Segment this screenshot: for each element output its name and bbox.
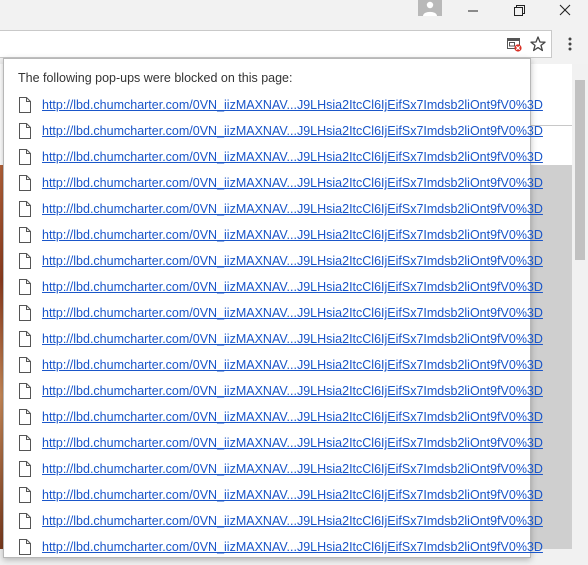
blocked-popup-link[interactable]: http://lbd.chumcharter.com/0VN_iizMAXNAV… — [42, 488, 543, 502]
page-icon — [18, 383, 32, 399]
page-icon — [18, 149, 32, 165]
blocked-popup-link[interactable]: http://lbd.chumcharter.com/0VN_iizMAXNAV… — [42, 98, 543, 112]
blocked-popup-link[interactable]: http://lbd.chumcharter.com/0VN_iizMAXNAV… — [42, 384, 543, 398]
list-item: http://lbd.chumcharter.com/0VN_iizMAXNAV… — [4, 331, 543, 357]
minimize-button[interactable] — [450, 0, 496, 24]
blocked-popup-link[interactable]: http://lbd.chumcharter.com/0VN_iizMAXNAV… — [42, 176, 543, 190]
list-item: http://lbd.chumcharter.com/0VN_iizMAXNAV… — [4, 253, 543, 279]
blocked-popup-link[interactable]: http://lbd.chumcharter.com/0VN_iizMAXNAV… — [42, 228, 543, 242]
page-icon — [18, 123, 32, 139]
list-item: http://lbd.chumcharter.com/0VN_iizMAXNAV… — [4, 123, 543, 149]
page-icon — [18, 331, 32, 347]
list-item: http://lbd.chumcharter.com/0VN_iizMAXNAV… — [4, 461, 543, 487]
restore-button[interactable] — [496, 0, 542, 24]
blocked-popup-link[interactable]: http://lbd.chumcharter.com/0VN_iizMAXNAV… — [42, 280, 543, 294]
list-item: http://lbd.chumcharter.com/0VN_iizMAXNAV… — [4, 305, 543, 331]
list-item: http://lbd.chumcharter.com/0VN_iizMAXNAV… — [4, 97, 543, 123]
page-icon — [18, 513, 32, 529]
page-icon — [18, 97, 32, 113]
scrollbar-thumb[interactable] — [575, 80, 585, 260]
list-item: http://lbd.chumcharter.com/0VN_iizMAXNAV… — [4, 175, 543, 201]
list-item: http://lbd.chumcharter.com/0VN_iizMAXNAV… — [4, 201, 543, 227]
page-icon — [18, 227, 32, 243]
popup-blocked-icon[interactable] — [506, 36, 522, 52]
list-item: http://lbd.chumcharter.com/0VN_iizMAXNAV… — [4, 435, 543, 461]
page-icon — [18, 357, 32, 373]
minimize-icon — [468, 10, 478, 12]
popup-blocker-bubble: The following pop-ups were blocked on th… — [3, 58, 543, 558]
list-item: http://lbd.chumcharter.com/0VN_iizMAXNAV… — [4, 513, 543, 539]
blocked-popup-link[interactable]: http://lbd.chumcharter.com/0VN_iizMAXNAV… — [42, 514, 543, 528]
list-item: http://lbd.chumcharter.com/0VN_iizMAXNAV… — [4, 357, 543, 383]
list-item: http://lbd.chumcharter.com/0VN_iizMAXNAV… — [4, 227, 543, 253]
blocked-popup-link[interactable]: http://lbd.chumcharter.com/0VN_iizMAXNAV… — [42, 124, 543, 138]
page-icon — [18, 487, 32, 503]
page-icon — [18, 201, 32, 217]
person-icon[interactable] — [418, 0, 442, 16]
close-button[interactable] — [542, 0, 588, 24]
list-item: http://lbd.chumcharter.com/0VN_iizMAXNAV… — [4, 279, 543, 305]
blocked-popup-link[interactable]: http://lbd.chumcharter.com/0VN_iizMAXNAV… — [42, 410, 543, 424]
list-item: http://lbd.chumcharter.com/0VN_iizMAXNAV… — [4, 383, 543, 409]
more-vert-icon[interactable] — [561, 35, 579, 53]
page-icon — [18, 175, 32, 191]
blocked-popup-link[interactable]: http://lbd.chumcharter.com/0VN_iizMAXNAV… — [42, 254, 543, 268]
page-icon — [18, 409, 32, 425]
page-icon — [18, 461, 32, 477]
blocked-popup-link[interactable]: http://lbd.chumcharter.com/0VN_iizMAXNAV… — [42, 540, 543, 554]
blocked-popup-link[interactable]: http://lbd.chumcharter.com/0VN_iizMAXNAV… — [42, 332, 543, 346]
list-item: http://lbd.chumcharter.com/0VN_iizMAXNAV… — [4, 409, 543, 435]
address-bar[interactable] — [0, 30, 552, 58]
blocked-popup-link[interactable]: http://lbd.chumcharter.com/0VN_iizMAXNAV… — [42, 306, 543, 320]
blocked-popup-link[interactable]: http://lbd.chumcharter.com/0VN_iizMAXNAV… — [42, 202, 543, 216]
blocked-popup-link[interactable]: http://lbd.chumcharter.com/0VN_iizMAXNAV… — [42, 358, 543, 372]
list-item: http://lbd.chumcharter.com/0VN_iizMAXNAV… — [4, 487, 543, 513]
page-icon — [18, 305, 32, 321]
blocked-popup-list: http://lbd.chumcharter.com/0VN_iizMAXNAV… — [4, 97, 543, 565]
page-icon — [18, 279, 32, 295]
page-icon — [18, 435, 32, 451]
blocked-popup-link[interactable]: http://lbd.chumcharter.com/0VN_iizMAXNAV… — [42, 150, 543, 164]
page-icon — [18, 253, 32, 269]
close-icon — [559, 4, 571, 16]
blocked-popup-link[interactable]: http://lbd.chumcharter.com/0VN_iizMAXNAV… — [42, 462, 543, 476]
list-item: http://lbd.chumcharter.com/0VN_iizMAXNAV… — [4, 149, 543, 175]
page-icon — [18, 539, 32, 555]
blocked-popup-link[interactable]: http://lbd.chumcharter.com/0VN_iizMAXNAV… — [42, 436, 543, 450]
list-item: http://lbd.chumcharter.com/0VN_iizMAXNAV… — [4, 539, 543, 565]
star-icon[interactable] — [529, 35, 547, 53]
restore-icon — [514, 5, 525, 16]
popup-blocker-title: The following pop-ups were blocked on th… — [18, 71, 293, 85]
